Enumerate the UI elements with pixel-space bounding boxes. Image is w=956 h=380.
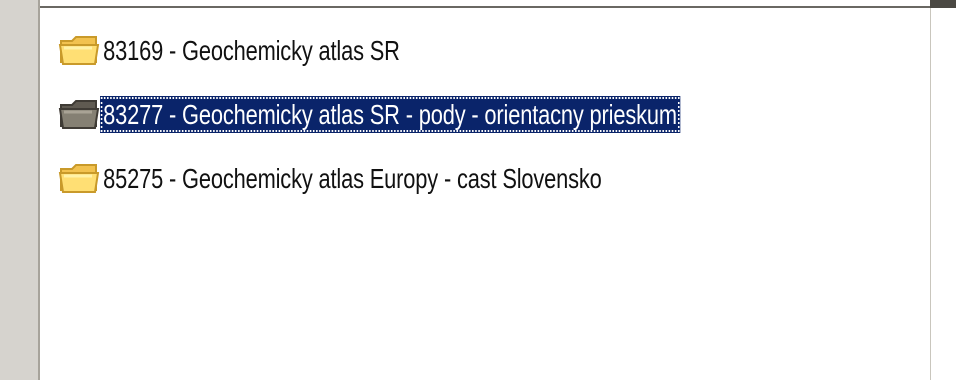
tree-item-label[interactable]: 83169 - Geochemicky atlas SR: [100, 32, 403, 69]
tree-item-83169[interactable]: 83169 - Geochemicky atlas SR: [58, 18, 918, 82]
tree-item-85275[interactable]: 85275 - Geochemicky atlas Europy - cast …: [58, 146, 918, 210]
folder-icon: [58, 164, 100, 193]
folder-tree-list: 83169 - Geochemicky atlas SR 83277 - Geo…: [58, 18, 918, 210]
tree-item-label[interactable]: 85275 - Geochemicky atlas Europy - cast …: [100, 160, 605, 197]
right-frame-border: [930, 0, 956, 380]
tree-item-label[interactable]: 83277 - Geochemicky atlas SR - pody - or…: [100, 95, 681, 133]
tree-item-83277-selected[interactable]: 83277 - Geochemicky atlas SR - pody - or…: [58, 82, 918, 146]
left-tree-gutter: [0, 0, 40, 380]
folder-selected-icon: [58, 100, 100, 129]
top-frame-border: [0, 0, 956, 8]
tree-list-screen: 83169 - Geochemicky atlas SR 83277 - Geo…: [0, 0, 956, 380]
folder-icon: [58, 36, 100, 65]
